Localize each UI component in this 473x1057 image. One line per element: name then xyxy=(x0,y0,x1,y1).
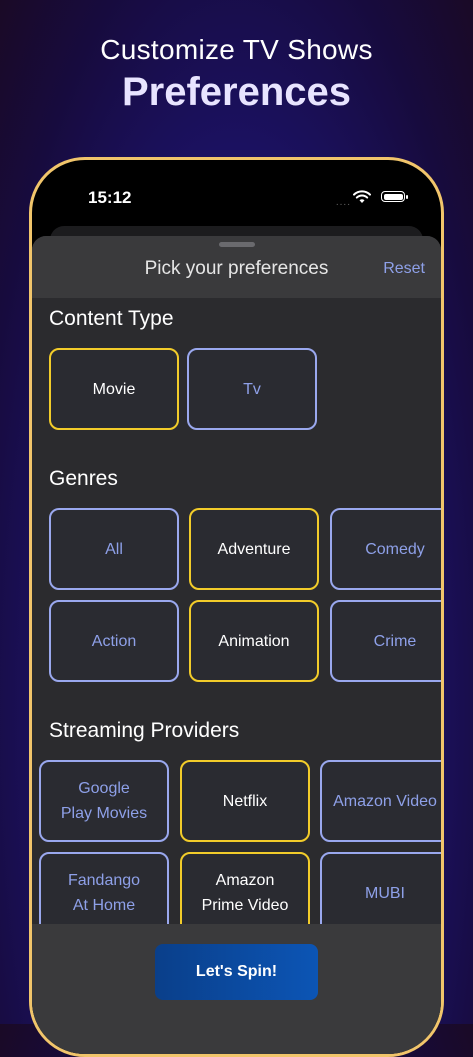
preferences-sheet: Pick your preferences Reset Content Type… xyxy=(32,236,441,1054)
provider-google-play-movies[interactable]: Google Play Movies xyxy=(39,760,169,842)
sheet-title: Pick your preferences xyxy=(144,258,329,279)
lets-spin-button[interactable]: Let's Spin! xyxy=(155,944,318,1000)
reset-button[interactable]: Reset xyxy=(383,260,425,278)
sheet-header: Pick your preferences Reset xyxy=(32,236,441,298)
cellular-icon: .... xyxy=(335,197,351,208)
genre-all[interactable]: All xyxy=(49,508,179,590)
genres-heading: Genres xyxy=(49,467,118,490)
genre-comedy[interactable]: Comedy xyxy=(330,508,441,590)
genre-action[interactable]: Action xyxy=(49,600,179,682)
provider-fandango-at-home[interactable]: Fandango At Home xyxy=(39,852,169,934)
provider-mubi[interactable]: MUBI xyxy=(320,852,441,934)
provider-netflix[interactable]: Netflix xyxy=(180,760,310,842)
battery-icon xyxy=(381,191,408,202)
wifi-icon xyxy=(353,190,371,203)
genre-crime[interactable]: Crime xyxy=(330,600,441,682)
drag-handle[interactable] xyxy=(218,242,255,247)
phone-frame: 15:12 .... Pick your preferences Reset C… xyxy=(29,157,444,1057)
provider-amazon-video[interactable]: Amazon Video xyxy=(320,760,441,842)
status-time: 15:12 xyxy=(88,188,132,207)
promo-title: Preferences xyxy=(121,70,352,114)
providers-heading: Streaming Providers xyxy=(49,719,240,742)
genre-adventure[interactable]: Adventure xyxy=(189,508,319,590)
content-type-heading: Content Type xyxy=(49,307,174,330)
content-type-movie[interactable]: Movie xyxy=(49,348,179,430)
content-type-tv[interactable]: Tv xyxy=(187,348,317,430)
promo-subtitle: Customize TV Shows xyxy=(100,34,373,65)
genre-animation[interactable]: Animation xyxy=(189,600,319,682)
provider-amazon-prime-video[interactable]: Amazon Prime Video xyxy=(180,852,310,934)
status-bar: 15:12 .... xyxy=(32,188,441,212)
